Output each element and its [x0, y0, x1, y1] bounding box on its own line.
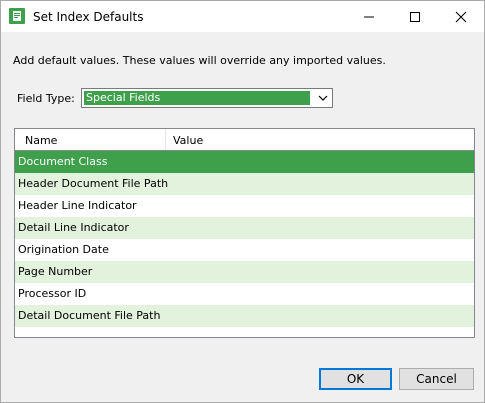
- cancel-button[interactable]: Cancel: [399, 368, 474, 390]
- table-row[interactable]: Processor ID: [15, 283, 474, 305]
- grid-header: Name Value: [15, 129, 474, 151]
- row-name-cell: Processor ID: [18, 287, 87, 300]
- table-row[interactable]: Header Document File Path: [15, 173, 474, 195]
- table-row[interactable]: Header Line Indicator: [15, 195, 474, 217]
- row-name-cell: Document Class: [18, 155, 108, 168]
- field-type-select[interactable]: Special Fields: [81, 88, 333, 108]
- description-text: Add default values. These values will ov…: [13, 54, 386, 67]
- close-icon: [455, 11, 467, 22]
- table-row[interactable]: Document Class: [15, 151, 474, 173]
- title-bar[interactable]: Set Index Defaults: [1, 1, 484, 32]
- window-title: Set Index Defaults: [33, 10, 144, 24]
- minimize-icon: [364, 16, 374, 17]
- column-header-value[interactable]: Value: [173, 134, 203, 147]
- row-name-cell: Page Number: [18, 265, 93, 278]
- field-type-label: Field Type:: [17, 92, 75, 105]
- row-name-cell: Header Line Indicator: [18, 199, 137, 212]
- close-button[interactable]: [438, 1, 484, 32]
- table-row[interactable]: Detail Document File Path: [15, 305, 474, 327]
- minimize-button[interactable]: [346, 1, 392, 32]
- field-type-selected-value: Special Fields: [84, 91, 310, 105]
- maximize-button[interactable]: [392, 1, 438, 32]
- table-row[interactable]: Page Number: [15, 261, 474, 283]
- row-name-cell: Detail Document File Path: [18, 309, 161, 322]
- column-header-name[interactable]: Name: [25, 134, 57, 147]
- table-row[interactable]: Detail Line Indicator: [15, 217, 474, 239]
- row-name-cell: Origination Date: [18, 243, 109, 256]
- row-name-cell: Detail Line Indicator: [18, 221, 129, 234]
- document-index-icon: [9, 8, 25, 24]
- column-separator[interactable]: [165, 129, 166, 150]
- dialog-footer: OK Cancel: [1, 356, 484, 402]
- defaults-grid[interactable]: Name Value Document Class Header Documen…: [14, 128, 475, 338]
- table-row[interactable]: Origination Date: [15, 239, 474, 261]
- ok-button[interactable]: OK: [319, 368, 392, 390]
- chevron-down-icon[interactable]: [316, 92, 330, 104]
- maximize-icon: [410, 11, 420, 22]
- row-name-cell: Header Document File Path: [18, 177, 169, 190]
- dialog-window: Set Index Defaults Add default values. T…: [0, 0, 485, 403]
